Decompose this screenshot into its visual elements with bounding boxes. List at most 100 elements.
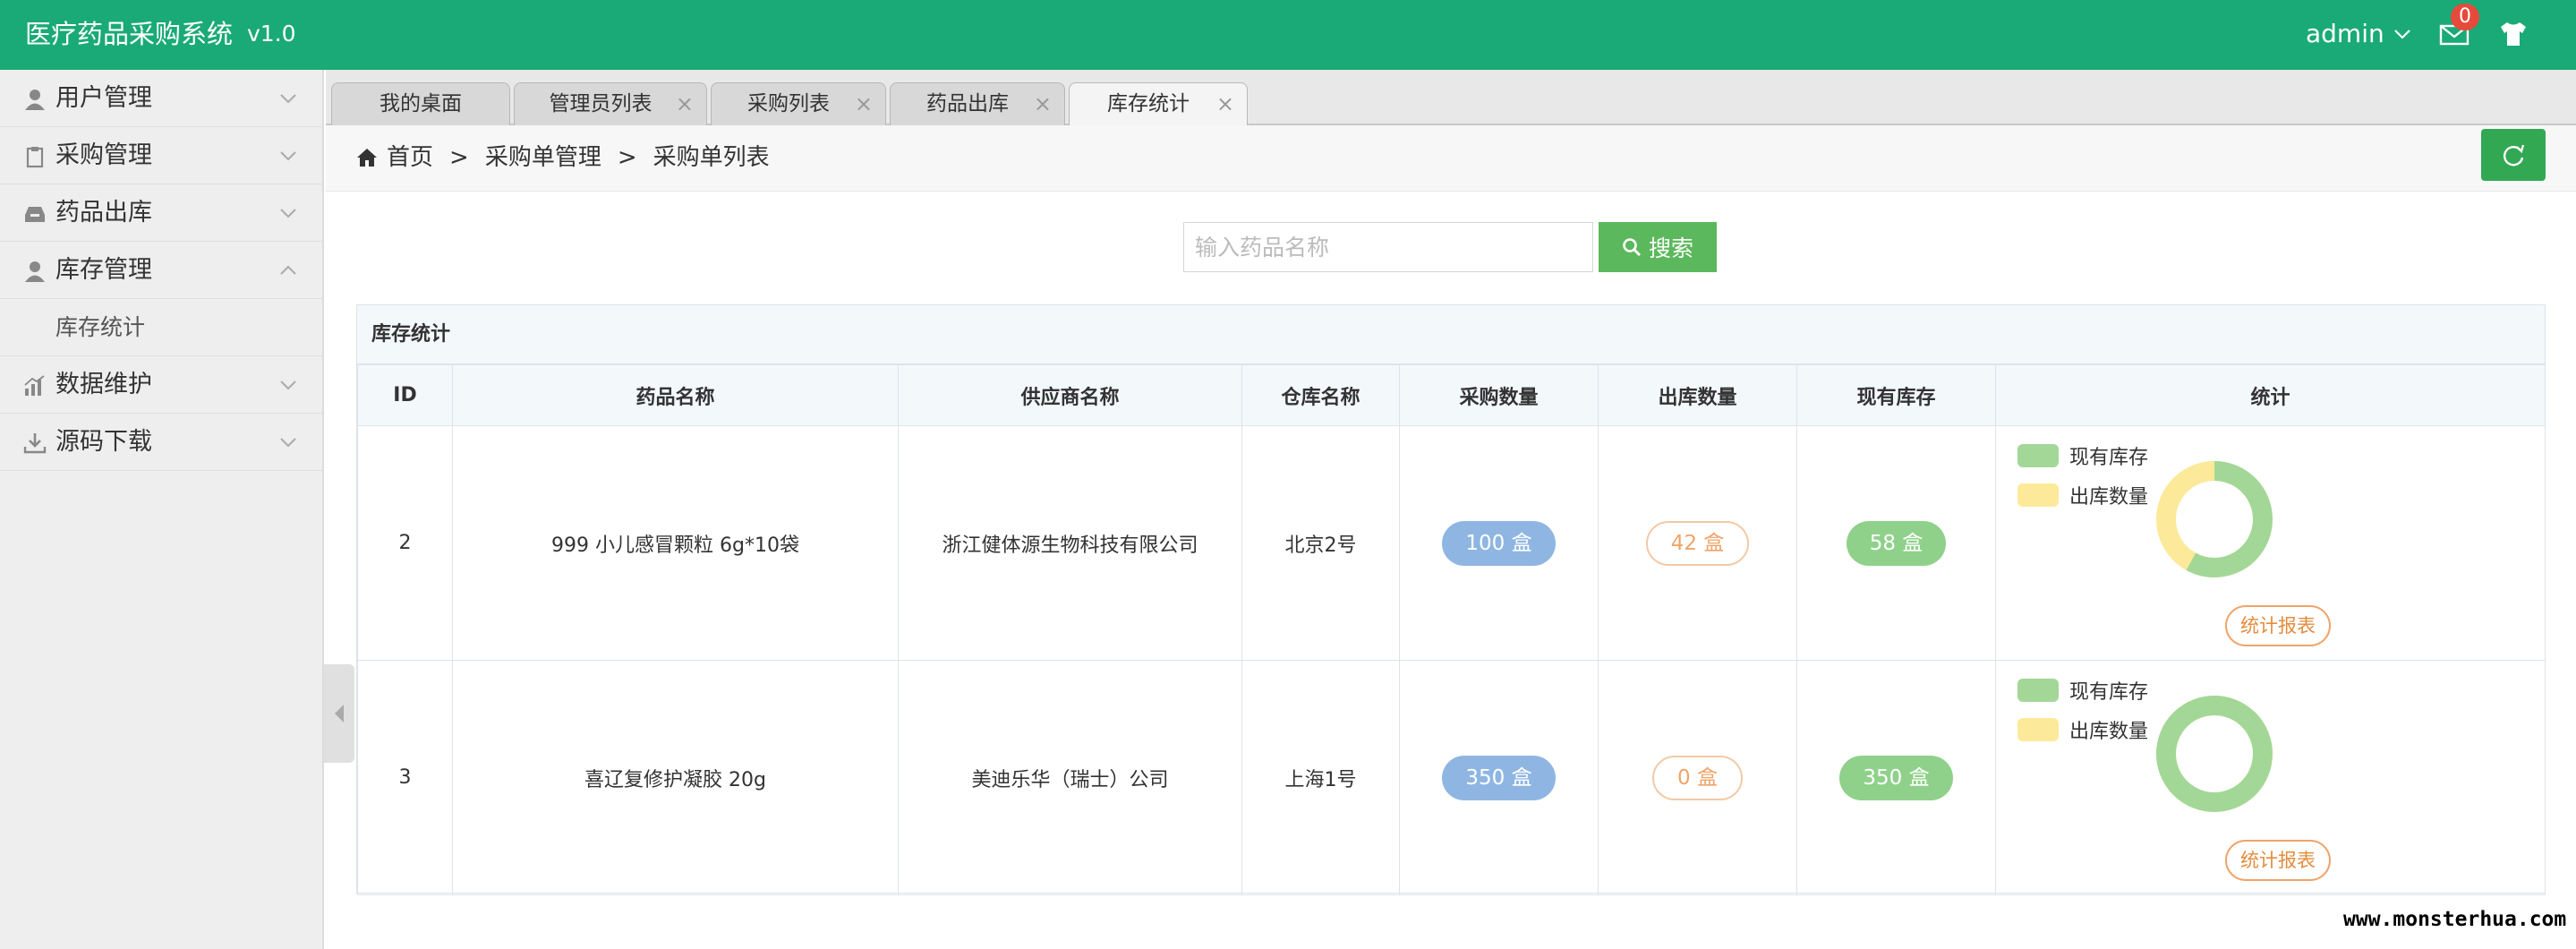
sidebar-item-label: 库存管理 (55, 256, 152, 284)
breadcrumb-home[interactable]: 首页 (387, 140, 433, 175)
sidebar-item-label: 用户管理 (55, 84, 152, 112)
username: admin (2306, 19, 2384, 48)
legend-label: 出库数量 (2069, 486, 2149, 509)
app-title: 医疗药品采购系统 (25, 19, 234, 49)
sidebar-subitem-label: 库存统计 (55, 314, 146, 340)
tshirt-icon[interactable] (2497, 20, 2529, 48)
sidebar: 用户管理 采购管理 药品出库 库存管理 库存统计 数据维护 源码下载 (0, 70, 324, 949)
search-button-label: 搜索 (1648, 236, 1693, 261)
tab-label: 我的桌面 (380, 92, 462, 115)
column-header: ID (357, 364, 453, 426)
close-icon[interactable]: × (676, 83, 694, 124)
cell-warehouse: 上海1号 (1241, 660, 1400, 895)
tab-inventory-stats[interactable]: 库存统计 × (1069, 82, 1248, 127)
close-icon[interactable]: × (1216, 83, 1234, 124)
column-header: 药品名称 (452, 364, 899, 426)
inventory-stats-panel: 库存统计 ID 药品名称 供应商名称 仓库名称 采购数量 出库数量 现有库存 统… (356, 304, 2546, 895)
cell-purchased: 100 盒 (1399, 425, 1599, 661)
app-version: v1.0 (247, 21, 296, 47)
sidebar-collapse-handle[interactable] (324, 664, 354, 763)
sidebar-item-user-management[interactable]: 用户管理 (0, 70, 322, 127)
stock-donut-chart (2156, 461, 2273, 577)
outbound-qty-badge: 42 盒 (1645, 520, 1750, 566)
legend-label: 出库数量 (2069, 721, 2149, 743)
caret-left-icon (335, 705, 344, 722)
stock-donut-chart (2156, 696, 2273, 812)
tab-drug-outbound[interactable]: 药品出库 × (890, 82, 1065, 125)
tab-admin-list[interactable]: 管理员列表 × (514, 82, 707, 125)
stats-report-button[interactable]: 统计报表 (2225, 840, 2331, 881)
user-icon (25, 90, 45, 110)
chevron-down-icon (280, 94, 296, 104)
cell-stats: 现有库存 出库数量 统计报表 (1995, 425, 2546, 661)
breadcrumb-separator: > (617, 144, 637, 171)
cell-stats: 现有库存 出库数量 统计报表 (1995, 660, 2546, 895)
home-icon (357, 149, 377, 167)
legend-swatch (2017, 718, 2059, 741)
chevron-up-icon (280, 265, 296, 275)
breadcrumb-bar: 首页 > 采购单管理 > 采购单列表 (326, 125, 2576, 192)
cell-stock: 350 盒 (1796, 660, 1996, 895)
breadcrumb-level2: 采购单列表 (653, 144, 770, 171)
clipboard-icon (26, 147, 44, 168)
search-input[interactable] (1183, 222, 1593, 272)
tab-bar: 我的桌面 管理员列表 × 采购列表 × 药品出库 × 库存统计 × (326, 70, 2576, 127)
tab-purchase-list[interactable]: 采购列表 × (711, 82, 886, 125)
donut-slice-stock (2156, 696, 2273, 812)
legend-swatch (2017, 483, 2059, 507)
legend-item-outbound: 出库数量 (2017, 716, 2148, 743)
sidebar-item-source-download[interactable]: 源码下载 (0, 414, 322, 471)
column-header: 出库数量 (1598, 364, 1797, 426)
cell-id: 2 (357, 425, 453, 661)
stock-qty-badge: 350 盒 (1839, 755, 1953, 800)
refresh-button[interactable] (2481, 129, 2546, 181)
breadcrumb: 首页 > 采购单管理 > 采购单列表 (356, 140, 770, 175)
sidebar-item-drug-outbound[interactable]: 药品出库 (0, 184, 322, 242)
sidebar-item-label: 采购管理 (55, 141, 152, 169)
purchase-qty-badge: 100 盒 (1442, 520, 1556, 566)
panel-title: 库存统计 (357, 305, 2545, 364)
breadcrumb-level1[interactable]: 采购单管理 (485, 140, 601, 175)
chevron-down-icon (280, 209, 296, 218)
stock-qty-badge: 58 盒 (1846, 520, 1947, 566)
table-header-row: ID 药品名称 供应商名称 仓库名称 采购数量 出库数量 现有库存 统计 (357, 364, 2546, 426)
cell-supplier: 浙江健体源生物科技有限公司 (898, 425, 1242, 661)
sidebar-item-label: 数据维护 (55, 371, 152, 398)
search-button[interactable]: 搜索 (1599, 222, 1717, 272)
inbox-icon (25, 207, 45, 222)
chevron-down-icon (280, 380, 296, 390)
chevron-down-icon (2393, 30, 2410, 39)
column-header: 统计 (1995, 364, 2546, 426)
legend-item-outbound: 出库数量 (2017, 482, 2148, 509)
sidebar-item-purchase-management[interactable]: 采购管理 (0, 127, 322, 184)
legend-item-stock: 现有库存 (2017, 442, 2148, 469)
column-header: 现有库存 (1796, 364, 1996, 426)
close-icon[interactable]: × (855, 83, 873, 124)
legend-swatch (2017, 679, 2059, 702)
sidebar-item-inventory-management[interactable]: 库存管理 (0, 242, 322, 299)
chevron-down-icon (280, 438, 296, 448)
user-menu[interactable]: admin (2306, 16, 2411, 52)
table-row: 3 喜辽复修护凝胶 20g 美迪乐华（瑞士）公司 上海1号 350 盒 0 盒 … (357, 660, 2546, 895)
breadcrumb-separator: > (449, 144, 469, 171)
top-header: 医疗药品采购系统 v1.0 admin 0 (0, 0, 2576, 70)
sidebar-subitem-inventory-stats[interactable]: 库存统计 (0, 299, 322, 356)
table-row: 2 999 小儿感冒颗粒 6g*10袋 浙江健体源生物科技有限公司 北京2号 1… (357, 425, 2546, 661)
watermark: www.monsterhua.com (2343, 908, 2567, 931)
refresh-icon (2503, 144, 2525, 167)
purchase-qty-badge: 350 盒 (1442, 755, 1556, 800)
stats-report-button[interactable]: 统计报表 (2225, 605, 2331, 646)
cell-drug-name: 999 小儿感冒颗粒 6g*10袋 (452, 425, 899, 661)
sidebar-item-data-maintenance[interactable]: 数据维护 (0, 356, 322, 414)
close-icon[interactable]: × (1034, 83, 1052, 124)
download-icon (23, 433, 47, 454)
cell-purchased: 350 盒 (1399, 660, 1599, 895)
sidebar-item-label: 药品出库 (55, 199, 152, 227)
tab-my-desktop[interactable]: 我的桌面 (331, 82, 510, 125)
legend-label: 现有库存 (2069, 447, 2149, 469)
cell-warehouse: 北京2号 (1241, 425, 1400, 661)
chart-legend: 现有库存 出库数量 (2017, 677, 2148, 756)
legend-swatch (2017, 444, 2059, 467)
legend-label: 现有库存 (2069, 681, 2149, 704)
column-header: 供应商名称 (898, 364, 1242, 426)
